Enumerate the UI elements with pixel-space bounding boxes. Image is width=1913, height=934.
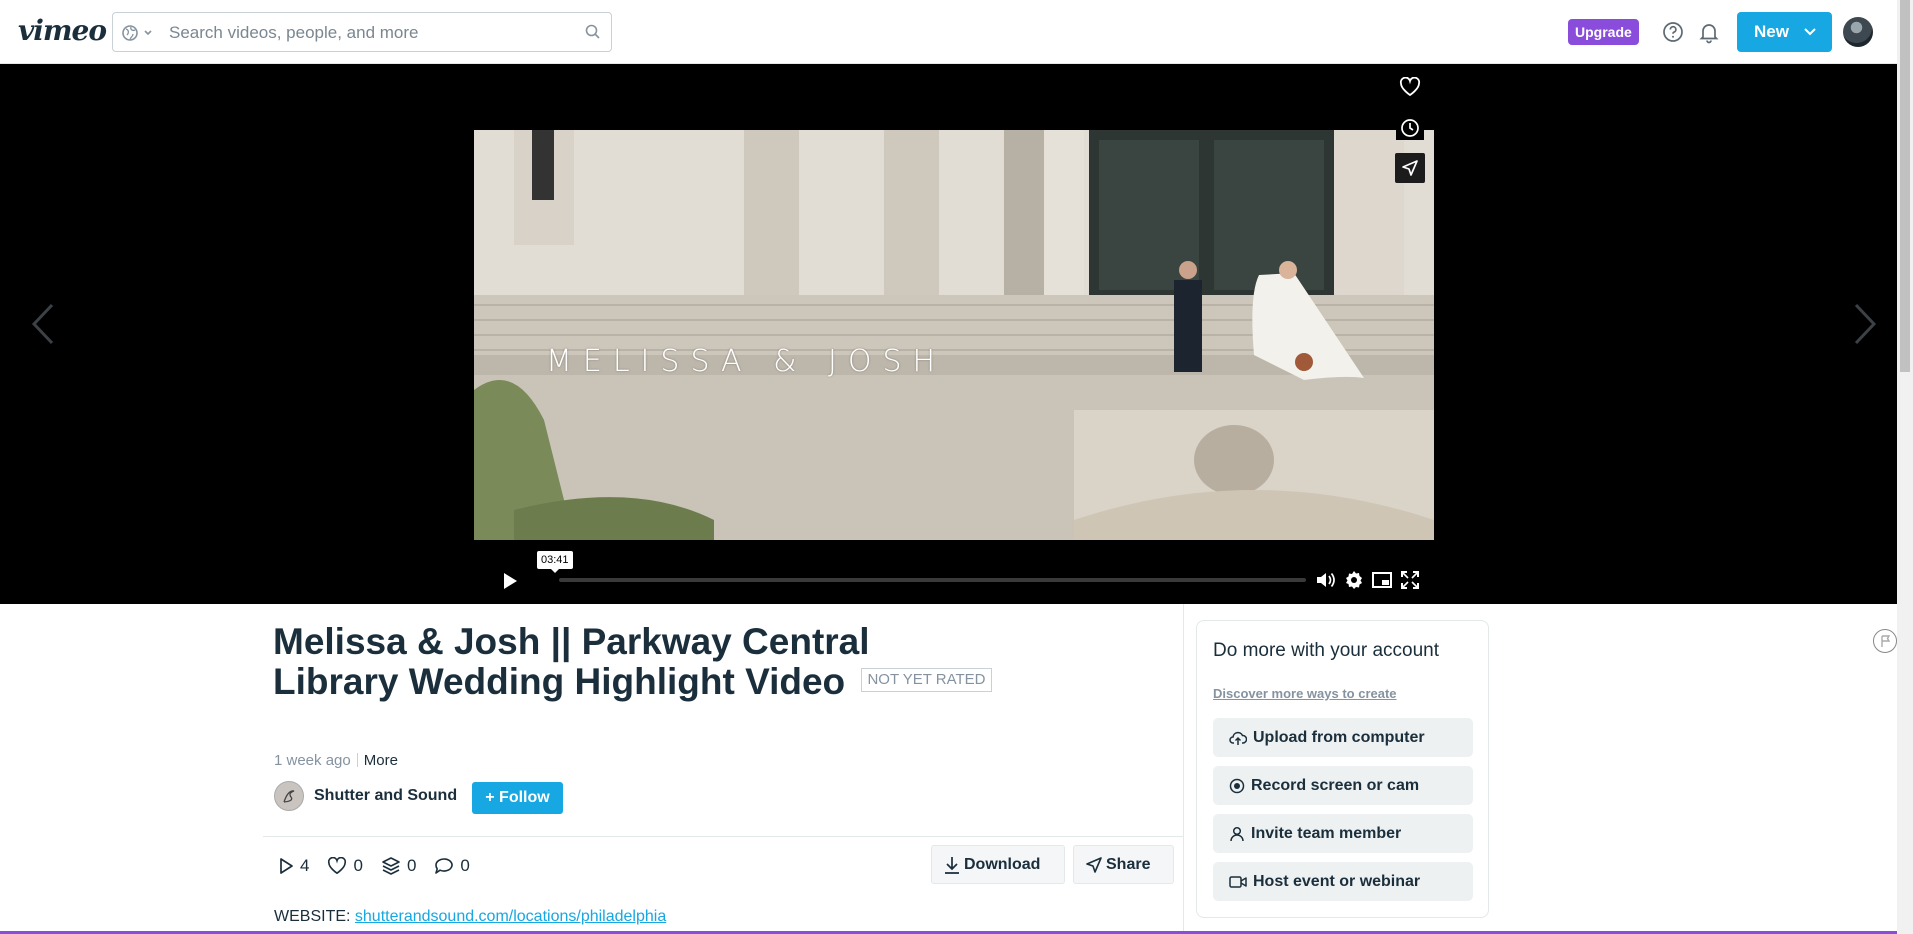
rating-badge[interactable]: NOT YET RATED bbox=[861, 668, 992, 693]
share-button[interactable]: Share bbox=[1073, 845, 1174, 884]
video-player[interactable]: MELISSA & JOSH bbox=[0, 64, 1897, 653]
comments-count: 0 bbox=[460, 856, 470, 875]
collections-count: 0 bbox=[406, 856, 417, 875]
video-title-block: Melissa & Josh || Parkway Central Librar… bbox=[273, 622, 993, 702]
upload-label: Upload from computer bbox=[1253, 728, 1425, 746]
layers-icon bbox=[381, 857, 401, 875]
posted-time: 1 week ago bbox=[274, 752, 351, 769]
video-meta: 1 week ago More bbox=[274, 752, 398, 769]
help-icon[interactable] bbox=[1661, 20, 1685, 44]
search-bar[interactable] bbox=[112, 12, 612, 52]
more-link[interactable]: More bbox=[364, 752, 398, 769]
record-label: Record screen or cam bbox=[1251, 776, 1420, 794]
comments-stat[interactable]: 0 bbox=[434, 856, 470, 876]
invite-team-member-button[interactable]: Invite team member bbox=[1213, 814, 1473, 853]
video-stats: 4 0 0 0 bbox=[278, 856, 470, 876]
record-icon bbox=[1229, 778, 1245, 794]
likes-count: 0 bbox=[353, 856, 363, 875]
follow-button[interactable]: + Follow bbox=[472, 782, 563, 814]
host-event-label: Host event or webinar bbox=[1253, 872, 1421, 890]
horizontal-divider bbox=[263, 836, 1183, 837]
invite-label: Invite team member bbox=[1251, 824, 1402, 842]
likes-stat[interactable]: 0 bbox=[327, 856, 363, 876]
website-label: WEBSITE: bbox=[274, 908, 351, 925]
creator-avatar[interactable] bbox=[274, 781, 304, 811]
upload-from-computer-button[interactable]: Upload from computer bbox=[1213, 718, 1473, 757]
account-promo-panel: Do more with your account Discover more … bbox=[1196, 620, 1489, 918]
vimeo-logo[interactable]: vimeo bbox=[18, 14, 107, 47]
upgrade-button[interactable]: Upgrade bbox=[1568, 19, 1639, 45]
search-icon[interactable] bbox=[585, 24, 601, 40]
share-icon bbox=[1086, 856, 1102, 873]
previous-video-arrow-icon[interactable] bbox=[30, 302, 56, 346]
scrollbar-thumb[interactable] bbox=[1900, 0, 1910, 372]
discover-link[interactable]: Discover more ways to create bbox=[1213, 686, 1397, 701]
watch-later-clock-icon[interactable] bbox=[1396, 116, 1424, 140]
search-input[interactable] bbox=[169, 21, 569, 45]
download-label: Download bbox=[964, 856, 1041, 873]
top-header: vimeo Upgrade New bbox=[0, 0, 1897, 64]
globe-scope-icon[interactable] bbox=[121, 23, 157, 43]
comment-bubble-icon bbox=[434, 857, 454, 875]
cloud-upload-icon bbox=[1229, 730, 1247, 746]
next-video-arrow-icon[interactable] bbox=[1852, 302, 1878, 346]
picture-in-picture-icon[interactable] bbox=[1372, 572, 1392, 588]
notifications-bell-icon[interactable] bbox=[1697, 20, 1721, 44]
video-thumbnail-image bbox=[474, 130, 1434, 540]
video-overlay-title: MELISSA & JOSH bbox=[546, 344, 947, 379]
website-link[interactable]: shutterandsound.com/locations/philadelph… bbox=[355, 908, 666, 925]
heart-icon bbox=[327, 857, 347, 875]
record-screen-button[interactable]: Record screen or cam bbox=[1213, 766, 1473, 805]
volume-icon[interactable] bbox=[1316, 571, 1336, 589]
progress-bar[interactable] bbox=[559, 578, 1306, 582]
creator-name[interactable]: Shutter and Sound bbox=[314, 787, 457, 805]
settings-gear-icon[interactable] bbox=[1344, 570, 1364, 590]
fullscreen-icon[interactable] bbox=[1401, 571, 1419, 589]
share-label: Share bbox=[1106, 856, 1151, 873]
download-icon bbox=[944, 856, 960, 874]
new-button-label: New bbox=[1754, 22, 1789, 41]
time-tooltip: 03:41 bbox=[537, 551, 573, 573]
user-avatar[interactable] bbox=[1843, 17, 1873, 47]
video-camera-icon bbox=[1229, 875, 1247, 889]
play-count-icon bbox=[278, 857, 294, 875]
vertical-divider bbox=[1183, 604, 1184, 934]
video-title: Melissa & Josh || Parkway Central Librar… bbox=[273, 621, 870, 702]
collections-stat[interactable]: 0 bbox=[381, 856, 416, 876]
play-icon[interactable] bbox=[502, 572, 518, 590]
meta-separator bbox=[356, 753, 358, 767]
download-button[interactable]: Download bbox=[931, 845, 1065, 884]
host-event-button[interactable]: Host event or webinar bbox=[1213, 862, 1473, 901]
new-button[interactable]: New bbox=[1737, 12, 1832, 52]
video-frame[interactable]: MELISSA & JOSH bbox=[474, 130, 1434, 540]
share-paper-plane-icon[interactable] bbox=[1395, 153, 1425, 183]
chevron-down-icon bbox=[1804, 27, 1816, 37]
website-line: WEBSITE: shutterandsound.com/locations/p… bbox=[274, 908, 666, 926]
plays-count: 4 bbox=[300, 856, 310, 875]
plays-stat: 4 bbox=[278, 856, 309, 876]
person-icon bbox=[1229, 826, 1245, 842]
panel-title: Do more with your account bbox=[1213, 640, 1439, 661]
report-flag-icon[interactable] bbox=[1873, 629, 1897, 653]
like-heart-icon[interactable] bbox=[1399, 77, 1421, 97]
